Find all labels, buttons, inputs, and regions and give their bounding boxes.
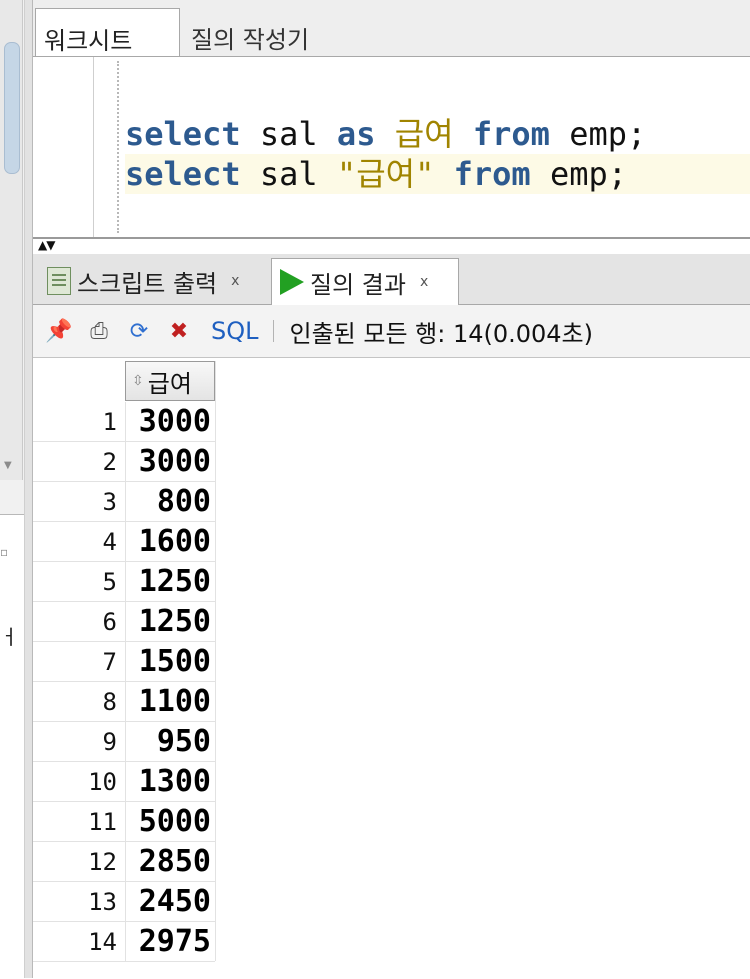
tab-query-result-label: 질의 결과 — [310, 270, 406, 299]
salary-cell[interactable]: 950 — [125, 722, 215, 762]
panel-splitter[interactable] — [24, 0, 33, 978]
left-panel-glyph: ㅓ — [0, 625, 19, 649]
keyword-select: select — [125, 155, 241, 193]
salary-cell[interactable]: 1600 — [125, 522, 215, 562]
left-lower-panel: ▫ ㅓ — [0, 514, 24, 979]
salary-cell[interactable]: 2450 — [125, 882, 215, 922]
keyword-select: select — [125, 115, 241, 153]
table-row[interactable]: 7 1500 — [33, 642, 215, 682]
row-number: 6 — [102, 608, 117, 636]
tab-worksheet[interactable]: 워크시트 — [35, 8, 180, 56]
salary-cell[interactable]: 1300 — [125, 762, 215, 802]
column-name: sal — [259, 115, 318, 153]
table-row[interactable]: 13 2450 — [33, 882, 215, 922]
row-number: 7 — [102, 648, 117, 676]
left-scrollbar-thumb[interactable] — [4, 42, 20, 174]
table-row[interactable]: 6 1250 — [33, 602, 215, 642]
table-row[interactable]: 8 1100 — [33, 682, 215, 722]
result-tab-bar: 스크립트 출력 x 질의 결과 x — [33, 254, 750, 305]
left-panel: ▼ ▫ ㅓ — [0, 0, 24, 979]
editor-fold-guide — [117, 61, 119, 233]
table-name: emp; — [549, 155, 627, 193]
table-row[interactable]: 3 800 — [33, 482, 215, 522]
column-alias: 급여 — [394, 115, 454, 153]
delete-icon[interactable]: ✖ — [165, 317, 193, 345]
sql-editor[interactable]: select sal as 급여 from emp; select sal "급… — [33, 57, 750, 239]
salary-cell[interactable]: 2975 — [125, 922, 215, 962]
table-row[interactable]: 11 5000 — [33, 802, 215, 842]
column-header-label: 급여 — [147, 369, 192, 398]
table-row[interactable]: 5 1250 — [33, 562, 215, 602]
run-icon — [280, 269, 304, 295]
salary-cell[interactable]: 5000 — [125, 802, 215, 842]
salary-cell[interactable]: 800 — [125, 482, 215, 522]
row-number: 11 — [88, 808, 117, 836]
worksheet-tab-bar: 워크시트 질의 작성기 — [33, 0, 750, 57]
row-number: 12 — [88, 848, 117, 876]
result-toolbar: 📌 ⎙ ⟳ ✖ SQL 인출된 모든 행: 14(0.004초) — [33, 305, 750, 358]
left-scrollbar[interactable]: ▼ — [0, 0, 23, 480]
row-number: 13 — [88, 888, 117, 916]
code-line-1[interactable]: select sal as 급여 from emp; — [125, 114, 646, 154]
table-row[interactable]: 14 2975 — [33, 922, 215, 962]
row-number: 1 — [102, 408, 117, 436]
row-number: 2 — [102, 448, 117, 476]
restore-icon[interactable]: ▫ — [0, 545, 8, 559]
keyword-as: as — [336, 115, 376, 153]
row-number: 4 — [102, 528, 117, 556]
keyword-from: from — [472, 115, 550, 153]
tab-script-output[interactable]: 스크립트 출력 x — [39, 258, 269, 304]
row-number: 3 — [102, 488, 117, 516]
result-grid: ⇳ 급여 1 3000 2 3000 3 800 4 1600 5 1250 6 1250 7 1500 8… — [33, 358, 750, 978]
code-line-2[interactable]: select sal "급여" from emp; — [125, 154, 750, 194]
table-row[interactable]: 10 1300 — [33, 762, 215, 802]
column-alias-quoted: "급여" — [336, 155, 435, 193]
tab-query-builder[interactable]: 질의 작성기 — [183, 8, 463, 56]
row-number: 14 — [88, 928, 117, 956]
row-number: 10 — [88, 768, 117, 796]
editor-gutter — [93, 57, 94, 237]
keyword-from: from — [453, 155, 531, 193]
close-icon[interactable]: x — [231, 273, 239, 289]
tab-script-output-label: 스크립트 출력 — [77, 269, 218, 298]
salary-cell[interactable]: 3000 — [125, 402, 215, 442]
salary-cell[interactable]: 1250 — [125, 562, 215, 602]
toolbar-separator — [272, 320, 274, 342]
salary-cell[interactable]: 1500 — [125, 642, 215, 682]
column-name: sal — [259, 155, 318, 193]
row-number: 5 — [102, 568, 117, 596]
sql-button[interactable]: SQL — [211, 317, 259, 345]
close-icon[interactable]: x — [420, 274, 428, 290]
scroll-down-arrow-icon[interactable]: ▼ — [4, 460, 12, 471]
salary-cell[interactable]: 3000 — [125, 442, 215, 482]
table-name: emp; — [569, 115, 647, 153]
fetch-status: 인출된 모든 행: 14(0.004초) — [289, 319, 594, 348]
salary-cell[interactable]: 1250 — [125, 602, 215, 642]
salary-cell[interactable]: 2850 — [125, 842, 215, 882]
tab-query-result[interactable]: 질의 결과 x — [271, 258, 459, 305]
column-header[interactable]: ⇳ 급여 — [125, 361, 215, 401]
table-row[interactable]: 2 3000 — [33, 442, 215, 482]
salary-cell[interactable]: 1100 — [125, 682, 215, 722]
table-row[interactable]: 9 950 — [33, 722, 215, 762]
table-row[interactable]: 1 3000 — [33, 402, 215, 442]
print-icon[interactable]: ⎙ — [85, 317, 113, 345]
row-number: 9 — [102, 728, 117, 756]
split-collapse-arrows-icon[interactable]: ▲▼ — [38, 238, 55, 252]
sort-icon[interactable]: ⇳ — [132, 373, 144, 389]
pin-icon[interactable]: 📌 — [45, 317, 73, 345]
row-number: 8 — [102, 688, 117, 716]
table-row[interactable]: 12 2850 — [33, 842, 215, 882]
refresh-icon[interactable]: ⟳ — [125, 317, 153, 345]
grid-column-border — [215, 361, 216, 961]
script-output-icon — [47, 267, 71, 295]
table-row[interactable]: 4 1600 — [33, 522, 215, 562]
